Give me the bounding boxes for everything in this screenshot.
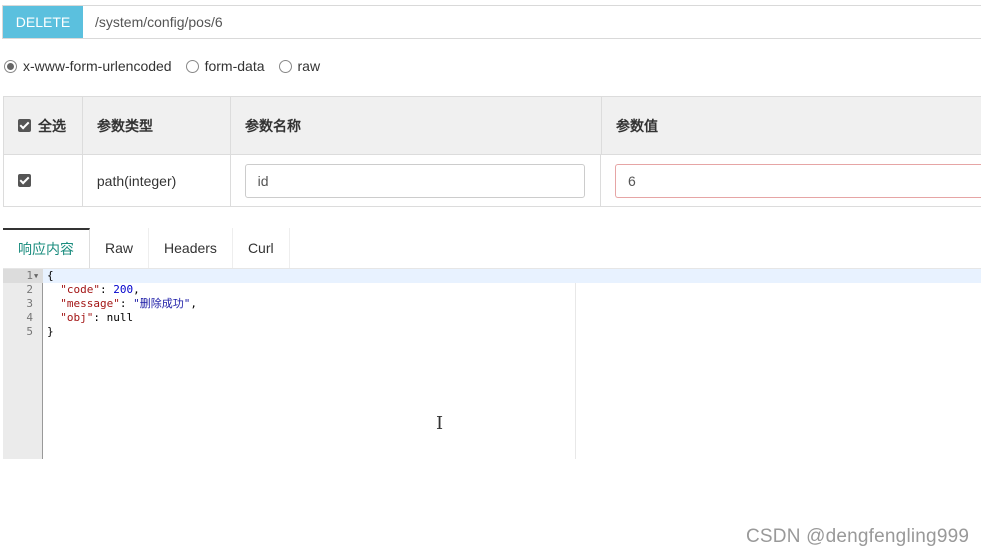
code-line: "message": "删除成功", — [60, 297, 197, 310]
json-key: "message" — [60, 297, 120, 310]
tab-headers[interactable]: Headers — [149, 228, 233, 268]
param-name-input[interactable] — [244, 163, 585, 198]
print-margin — [575, 283, 576, 459]
header-param-value: 参数值 — [602, 97, 981, 155]
radio-checked-icon[interactable] — [4, 59, 17, 73]
radio-unchecked-icon[interactable] — [185, 59, 199, 73]
line-number: 3 — [26, 297, 33, 310]
select-all-label: 全选 — [38, 117, 66, 134]
watermark: CSDN @dengfengling999 — [746, 526, 970, 547]
json-string: "删除成功" — [133, 297, 191, 310]
tab-curl[interactable]: Curl — [233, 228, 290, 268]
json-null: null — [106, 311, 134, 324]
tab-response-content[interactable]: 响应内容 — [3, 228, 90, 268]
body-type-radio-group: x-www-form-urlencoded form-data raw — [4, 57, 334, 75]
header-param-type: 参数类型 — [83, 97, 231, 155]
text-cursor-icon: I — [436, 413, 444, 434]
code-line: } — [47, 325, 197, 339]
method-button[interactable]: DELETE — [3, 6, 83, 38]
param-type-cell: path(integer) — [82, 155, 231, 207]
tab-raw[interactable]: Raw — [90, 228, 150, 268]
params-table: 全选 参数类型 参数名称 参数值 path(integer) — [3, 96, 981, 207]
radio-unchecked-icon[interactable] — [278, 59, 292, 73]
param-value-input[interactable] — [615, 163, 981, 198]
radio-form-data[interactable]: form-data — [185, 58, 265, 74]
url-input[interactable] — [83, 6, 981, 38]
code-line: { — [47, 269, 197, 283]
response-code-editor[interactable]: 1 ▼ 2 3 4 5 { "code": 200, "message": "删… — [3, 268, 981, 459]
row-checkbox-cell — [4, 155, 83, 207]
code-line: "code": 200, — [60, 283, 140, 296]
code-content: { "code": 200, "message": "删除成功", "obj":… — [47, 269, 197, 339]
json-number: 200 — [113, 283, 134, 296]
line-number: 5 — [26, 325, 33, 338]
select-all-cell[interactable]: 全选 — [4, 97, 83, 155]
radio-label: raw — [297, 58, 321, 74]
request-bar: DELETE — [2, 5, 981, 39]
radio-label: x-www-form-urlencoded — [23, 58, 172, 74]
table-row: path(integer) — [4, 155, 981, 207]
code-brace: { — [47, 269, 54, 282]
json-key: "obj" — [60, 311, 94, 324]
param-value-cell — [601, 155, 981, 207]
header-param-name: 参数名称 — [231, 97, 602, 155]
radio-label: form-data — [204, 58, 265, 74]
select-all-checkbox[interactable] — [18, 119, 31, 132]
line-number: 2 — [26, 283, 33, 296]
row-checkbox[interactable] — [18, 174, 31, 187]
json-key: "code" — [60, 283, 100, 296]
param-name-cell — [230, 155, 602, 207]
radio-raw[interactable]: raw — [278, 58, 321, 74]
radio-x-www-form-urlencoded[interactable]: x-www-form-urlencoded — [4, 58, 172, 74]
table-header-row: 全选 参数类型 参数名称 参数值 — [4, 97, 981, 155]
code-brace: } — [47, 325, 54, 338]
line-number: 1 — [26, 269, 33, 282]
code-line: "obj": null — [60, 311, 134, 324]
line-number: 4 — [26, 311, 33, 324]
fold-arrow-icon[interactable]: ▼ — [34, 269, 38, 283]
response-tabs: 响应内容 Raw Headers Curl — [3, 228, 290, 268]
